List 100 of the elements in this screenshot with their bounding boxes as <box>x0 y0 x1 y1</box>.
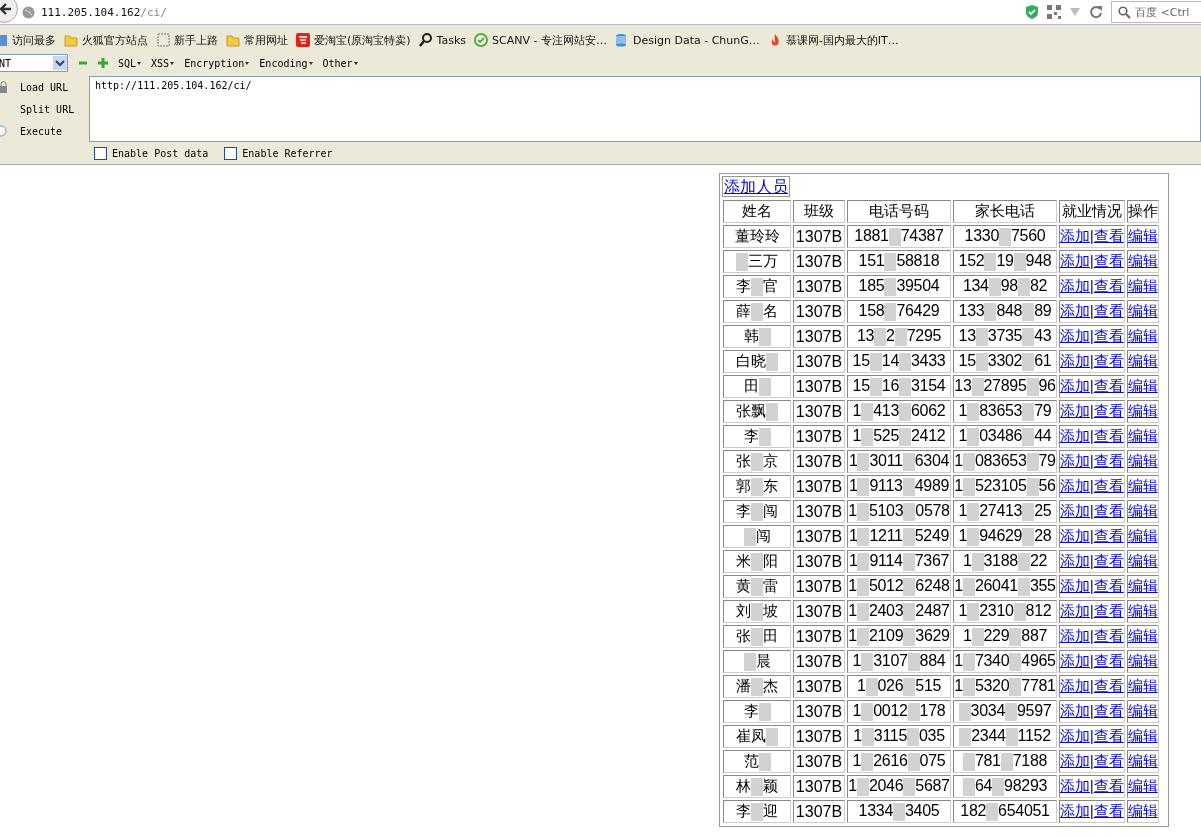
action-link[interactable]: 添加 <box>1060 727 1090 745</box>
cell-text: 03486 <box>979 427 1023 445</box>
cell-text: 9597 <box>1017 702 1052 720</box>
bookmark-item[interactable]: 新手上路 <box>156 32 218 48</box>
cell-text: 7340 <box>974 652 1010 670</box>
cell-text: 林 <box>736 777 751 795</box>
action-link[interactable]: 添加 <box>1060 452 1090 470</box>
redaction-mark <box>751 452 763 471</box>
url-text-area[interactable]: http://111.205.104.162/ci/ <box>89 76 1201 142</box>
redaction-mark <box>903 577 916 596</box>
cell-text: 948 <box>1025 252 1052 270</box>
address-bar[interactable]: 111.205.104.162/ci/ <box>22 3 1111 21</box>
action-link[interactable]: 添加 <box>1060 702 1090 720</box>
separator: | <box>1090 403 1094 419</box>
action-button[interactable]: Execute <box>20 125 63 137</box>
redaction-mark <box>903 777 916 796</box>
bookmark-item[interactable]: 常用网址 <box>226 32 288 48</box>
cell-text: 3034 <box>970 702 1005 720</box>
bookmark-item[interactable]: Design Data - ChunG… <box>615 33 760 47</box>
cell-text: 27413 <box>979 502 1023 520</box>
menu-button[interactable]: XSS <box>151 57 175 69</box>
checkbox-label: Enable Referrer <box>242 148 333 159</box>
shield-icon[interactable] <box>1025 4 1039 20</box>
separator: | <box>1090 353 1094 369</box>
encoding-select[interactable]: NT <box>0 54 68 72</box>
checkbox[interactable] <box>224 147 238 160</box>
cell-text: 阳 <box>763 552 778 570</box>
action-link[interactable]: 添加 <box>1060 602 1090 620</box>
cell-text: 2310 <box>979 602 1014 620</box>
cell-text: 134 <box>962 277 989 295</box>
action-link[interactable]: 添加 <box>1060 352 1090 370</box>
cell-text: 1 <box>852 402 862 420</box>
bookmark-item[interactable]: SCANV - 专注网站安… <box>474 32 607 48</box>
redaction-mark <box>884 252 897 271</box>
column-header: 姓名 <box>723 200 791 223</box>
cell-text: 76429 <box>896 302 940 320</box>
action-button[interactable]: Split URL <box>20 103 75 115</box>
action-link[interactable]: 添加 <box>1060 627 1090 645</box>
action-link[interactable]: 添加 <box>1060 327 1090 345</box>
redaction-mark <box>751 477 763 496</box>
action-link[interactable]: 添加 <box>1060 677 1090 695</box>
redaction-mark <box>766 352 778 371</box>
cell-text: 2412 <box>911 427 946 445</box>
menu-button[interactable]: SQL <box>118 57 142 69</box>
cell-text: 7188 <box>1012 752 1048 770</box>
cell-text: 3629 <box>915 627 950 645</box>
action-link[interactable]: 添加 <box>1060 502 1090 520</box>
cell-text: 7781 <box>1021 677 1056 695</box>
action-link[interactable]: 添加 <box>1060 527 1090 545</box>
add-person-link[interactable]: 添加人员 <box>724 177 788 196</box>
action-link[interactable]: 添加 <box>1060 402 1090 420</box>
plus-icon[interactable] <box>98 58 108 68</box>
cell-text: 6248 <box>915 577 950 595</box>
reload-icon[interactable] <box>1089 5 1103 19</box>
cell-text: 44 <box>1034 427 1052 445</box>
action-link[interactable]: 添加 <box>1060 552 1090 570</box>
action-link[interactable]: 添加 <box>1060 477 1090 495</box>
cell-text: 三万 <box>748 252 778 270</box>
menu-button[interactable]: Encryption <box>184 57 250 69</box>
action-link[interactable]: 添加 <box>1060 277 1090 295</box>
action-button[interactable]: Load URL <box>20 81 69 93</box>
checkbox[interactable] <box>94 147 107 160</box>
redaction-mark <box>874 327 887 346</box>
redaction-mark <box>884 277 897 296</box>
bookmark-item[interactable]: 火狐官方站点 <box>64 32 148 48</box>
bookmark-item[interactable]: Tasks <box>418 33 467 47</box>
cell-text: 4965 <box>1021 652 1056 670</box>
action-link[interactable]: 添加 <box>1060 777 1090 795</box>
action-link[interactable]: 添加 <box>1060 252 1090 270</box>
action-link[interactable]: 添加 <box>1060 227 1090 245</box>
column-header: 班级 <box>793 200 845 223</box>
cell-text: 1 <box>848 777 857 795</box>
cell-text: 355 <box>1029 577 1056 595</box>
bookmark-item[interactable]: 访问最多 <box>0 32 56 48</box>
cell-text: 米 <box>736 552 751 570</box>
search-field[interactable]: 百度 <Ctrl <box>1111 1 1201 23</box>
action-link[interactable]: 添加 <box>1060 427 1090 445</box>
menu-button[interactable]: Other <box>322 57 358 69</box>
qr-code-icon[interactable] <box>1047 5 1061 19</box>
menu-button[interactable]: Encoding <box>259 57 313 69</box>
url-host: 111.205.104.162 <box>41 5 141 19</box>
caret-icon <box>353 61 358 65</box>
redaction-mark <box>984 252 997 271</box>
redaction-mark <box>751 777 763 796</box>
redaction-mark <box>971 627 984 646</box>
action-link[interactable]: 添加 <box>1060 652 1090 670</box>
action-link[interactable]: 添加 <box>1060 752 1090 770</box>
action-link[interactable]: 添加 <box>1060 802 1090 820</box>
table-cell: 1307B <box>793 800 845 823</box>
bookmark-item[interactable]: 爱淘宝(原淘宝特卖) <box>296 32 411 48</box>
separator: | <box>1090 803 1094 819</box>
action-link[interactable]: 添加 <box>1060 577 1090 595</box>
table-cell: 1307B <box>793 750 845 773</box>
cell-text: 1 <box>958 402 968 420</box>
action-link[interactable]: 添加 <box>1060 377 1090 395</box>
cell-text: 1 <box>852 752 862 770</box>
redaction-mark <box>967 402 980 421</box>
action-link[interactable]: 添加 <box>1060 302 1090 320</box>
bookmark-item[interactable]: 慕课网-国内最大的IT… <box>767 32 899 48</box>
separator: | <box>1090 303 1094 319</box>
